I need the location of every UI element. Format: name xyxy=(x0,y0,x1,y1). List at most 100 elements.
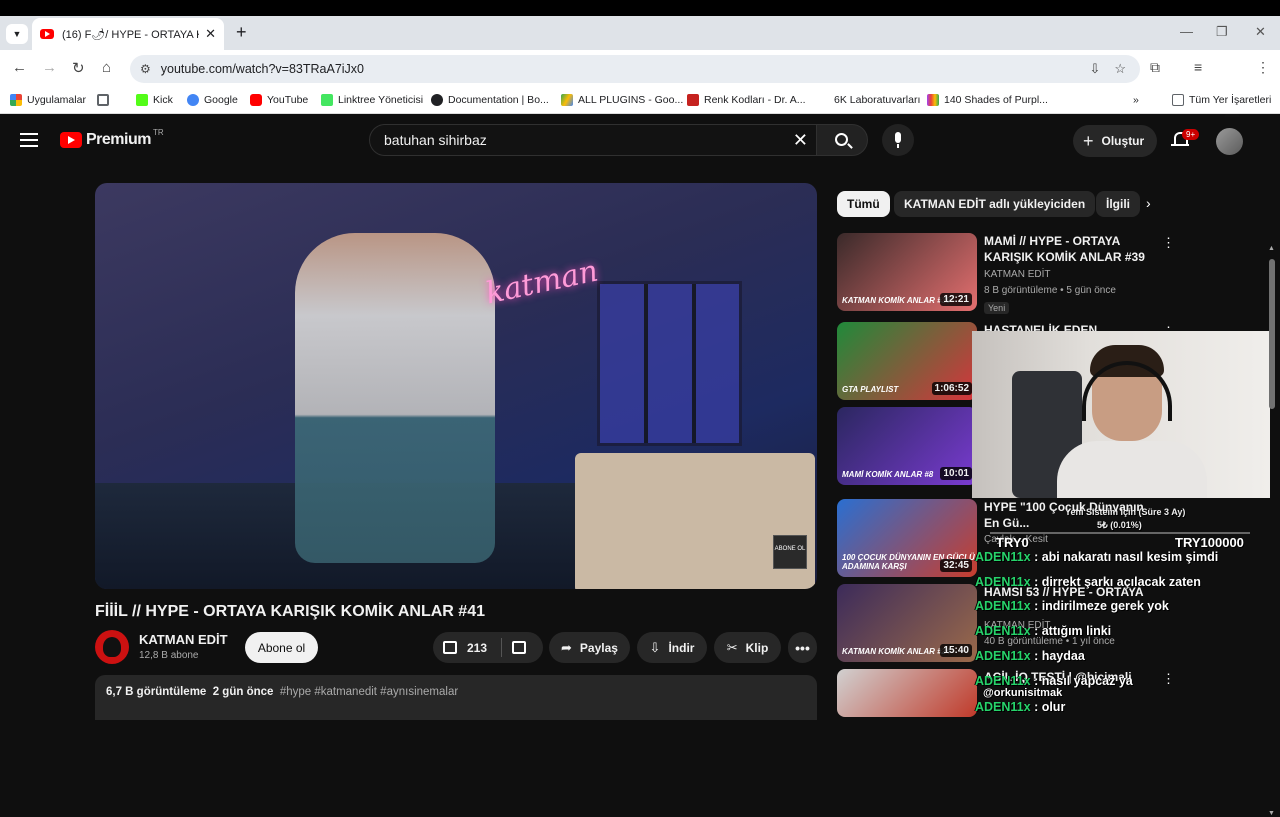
more-bookmarks-icon[interactable]: » xyxy=(1133,94,1139,106)
chip-from-uploader[interactable]: KATMAN EDİT adlı yükleyiciden xyxy=(894,191,1096,217)
tab-search-button[interactable]: ▼ xyxy=(6,24,28,44)
clear-search-icon[interactable]: ✕ xyxy=(793,130,808,151)
channel-avatar[interactable] xyxy=(95,630,129,664)
bookmark-purple[interactable]: 140 Shades of Purpl... xyxy=(927,94,1048,106)
restore-icon[interactable]: ❐ xyxy=(1216,24,1228,40)
address-bar[interactable]: ⚙ youtube.com/watch?v=83TRaA7iJx0 ⇩ ☆ xyxy=(130,55,1140,83)
extensions-icon[interactable]: ⧉ xyxy=(1150,59,1160,76)
channel-name[interactable]: KATMAN EDİT xyxy=(139,632,228,647)
bookmark-linktree[interactable]: Linktree Yöneticisi xyxy=(321,94,423,106)
url-text[interactable]: youtube.com/watch?v=83TRaA7iJx0 xyxy=(161,62,1090,76)
install-app-icon[interactable]: ⇩ xyxy=(1089,61,1100,77)
share-button[interactable]: ➦ Paylaş xyxy=(549,632,630,663)
youtube-page: Premium TR batuhan sihirbaz ✕ + Oluştur 9… xyxy=(0,117,1280,817)
chip-all[interactable]: Tümü xyxy=(837,191,890,217)
recommendation-thumbnail[interactable]: KATMAN KOMİK ANLAR #39 12:21 xyxy=(837,233,977,311)
like-button[interactable]: 213 xyxy=(433,632,543,663)
chat-message: ADEN11x : abi nakaratı nasıl kesim şimdi xyxy=(975,550,1218,564)
chat-message: ADEN11x : dirrekt şarkı açılacak zaten xyxy=(975,575,1201,589)
reload-icon[interactable]: ↻ xyxy=(72,59,85,77)
close-window-icon[interactable]: ✕ xyxy=(1255,24,1266,40)
bookmark-grid[interactable] xyxy=(97,94,114,106)
back-icon[interactable]: ← xyxy=(12,59,27,76)
youtube-logo[interactable]: Premium TR xyxy=(60,127,164,149)
hamburger-menu-icon[interactable] xyxy=(20,133,38,147)
folder-icon xyxy=(1172,94,1184,106)
chat-user: ADEN11x xyxy=(975,599,1031,613)
search-query[interactable]: batuhan sihirbaz xyxy=(384,132,487,148)
recommendation-meta: 8 B görüntüleme • 5 gün önce xyxy=(984,285,1116,296)
bookmark-6k[interactable]: 6K Laboratuvarları xyxy=(834,94,920,106)
search-button[interactable] xyxy=(816,124,868,156)
close-tab-icon[interactable]: ✕ xyxy=(205,26,216,42)
bookmark-google[interactable]: Google xyxy=(187,94,238,106)
recommendation-item[interactable]: KATMAN KOMİK ANLAR #39 12:21 MAMİ // HYPE… xyxy=(837,233,1197,314)
description-box[interactable]: 6,7 B görüntüleme 2 gün önce #hype #katm… xyxy=(95,675,817,720)
bookmark-label: Google xyxy=(204,94,238,106)
bookmark-star-icon[interactable]: ☆ xyxy=(1114,61,1126,77)
webcam-hoodie xyxy=(1057,441,1207,498)
subscribe-button[interactable]: Abone ol xyxy=(245,632,318,663)
video-title: FİİİL // HYPE - ORTAYA KARIŞIK KOMİK ANL… xyxy=(95,603,485,620)
voice-search-icon[interactable] xyxy=(882,124,914,156)
clip-button[interactable]: ✂ Klip xyxy=(714,632,781,663)
download-icon: ⇩ xyxy=(649,639,661,655)
navigation-bar: ← → ↻ ⌂ ⚙ youtube.com/watch?v=83TRaA7iJx… xyxy=(0,50,1280,127)
forward-icon[interactable]: → xyxy=(42,59,57,76)
chat-message: ADEN11x : attığım linki xyxy=(975,624,1111,638)
scroll-up-icon[interactable]: ▲ xyxy=(1268,245,1275,252)
recommendation-thumbnail[interactable]: 100 ÇOCUK DÜNYANIN EN GÜÇLÜ ADAMINA KARŞ… xyxy=(837,499,977,577)
home-icon[interactable]: ⌂ xyxy=(102,59,111,76)
kebab-menu-icon[interactable]: ⋮ xyxy=(1162,671,1175,687)
view-count: 6,7 B görüntüleme xyxy=(106,686,207,698)
new-badge: Yeni xyxy=(984,302,1010,314)
upload-date: 2 gün önce xyxy=(212,686,274,698)
region-code: TR xyxy=(152,127,164,137)
bookmark-label: Uygulamalar xyxy=(27,94,86,106)
download-label: İndir xyxy=(668,640,695,655)
recommendation-thumbnail[interactable]: GTA PLAYLIST 1:06:52 xyxy=(837,322,977,400)
apps-grid-icon xyxy=(10,94,22,106)
bookmark-documentation[interactable]: Documentation | Bo... xyxy=(431,94,549,106)
recommendation-thumbnail[interactable]: MAMİ KOMİK ANLAR #8 10:01 xyxy=(837,407,977,485)
linktree-icon xyxy=(321,94,333,106)
browser-menu-icon[interactable]: ⋮ xyxy=(1256,59,1270,76)
chat-text: : abi nakaratı nasıl kesim şimdi xyxy=(1030,550,1219,564)
search-input[interactable]: batuhan sihirbaz ✕ xyxy=(369,124,817,156)
page-scrollbar[interactable]: ▲ ▼ xyxy=(1268,245,1276,817)
recommendation-title[interactable]: MAMİ // HYPE - ORTAYA KARIŞIK KOMİK ANLA… xyxy=(984,233,1154,265)
minimize-icon[interactable]: — xyxy=(1180,24,1193,39)
bookmark-renk[interactable]: Renk Kodları - Dr. A... xyxy=(687,94,806,106)
new-tab-icon[interactable]: + xyxy=(236,22,247,43)
tab-strip: ▼ (16) F🌶/ HYPE - ORTAYA KAR ✕ + — ❐ ✕ xyxy=(0,16,1280,50)
bookmark-apps[interactable]: Uygulamalar xyxy=(10,94,86,106)
dislike-icon[interactable] xyxy=(512,641,526,654)
more-actions-button[interactable]: ••• xyxy=(788,632,817,663)
bookmark-label: YouTube xyxy=(267,94,309,106)
scrollbar-thumb[interactable] xyxy=(1269,259,1275,409)
download-button[interactable]: ⇩ İndir xyxy=(637,632,707,663)
site-info-icon[interactable]: ⚙ xyxy=(140,62,151,76)
duration-badge: 32:45 xyxy=(940,559,972,572)
create-button[interactable]: + Oluştur xyxy=(1073,125,1157,157)
media-controls-icon[interactable]: ≡ xyxy=(1194,59,1202,75)
account-avatar[interactable] xyxy=(1216,128,1243,155)
bookmark-plugins[interactable]: ALL PLUGINS - Goo... xyxy=(561,94,683,106)
hashtags[interactable]: #hype #katmanedit #aynısinemalar xyxy=(280,686,458,698)
video-player[interactable]: katman ABONE OL xyxy=(95,183,817,589)
active-tab[interactable]: (16) F🌶/ HYPE - ORTAYA KAR ✕ xyxy=(32,18,224,50)
recommendation-thumbnail[interactable] xyxy=(837,669,977,717)
all-bookmarks[interactable]: Tüm Yer İşaretleri xyxy=(1172,94,1271,106)
bookmark-label: Linktree Yöneticisi xyxy=(338,94,424,106)
youtube-icon xyxy=(250,94,262,106)
renk-icon xyxy=(687,94,699,106)
chevron-right-icon[interactable]: › xyxy=(1146,195,1151,211)
scissors-icon: ✂ xyxy=(726,639,738,655)
scroll-down-icon[interactable]: ▼ xyxy=(1268,810,1275,817)
bookmark-kick[interactable]: Kick xyxy=(136,94,173,106)
kebab-menu-icon[interactable]: ⋮ xyxy=(1162,235,1175,251)
subscribe-watermark[interactable]: ABONE OL xyxy=(773,535,807,569)
bookmark-youtube[interactable]: YouTube xyxy=(250,94,308,106)
recommendation-thumbnail[interactable]: KATMAN KOMİK ANLAR #24 15:40 xyxy=(837,584,977,662)
chip-related[interactable]: İlgili xyxy=(1096,191,1140,217)
